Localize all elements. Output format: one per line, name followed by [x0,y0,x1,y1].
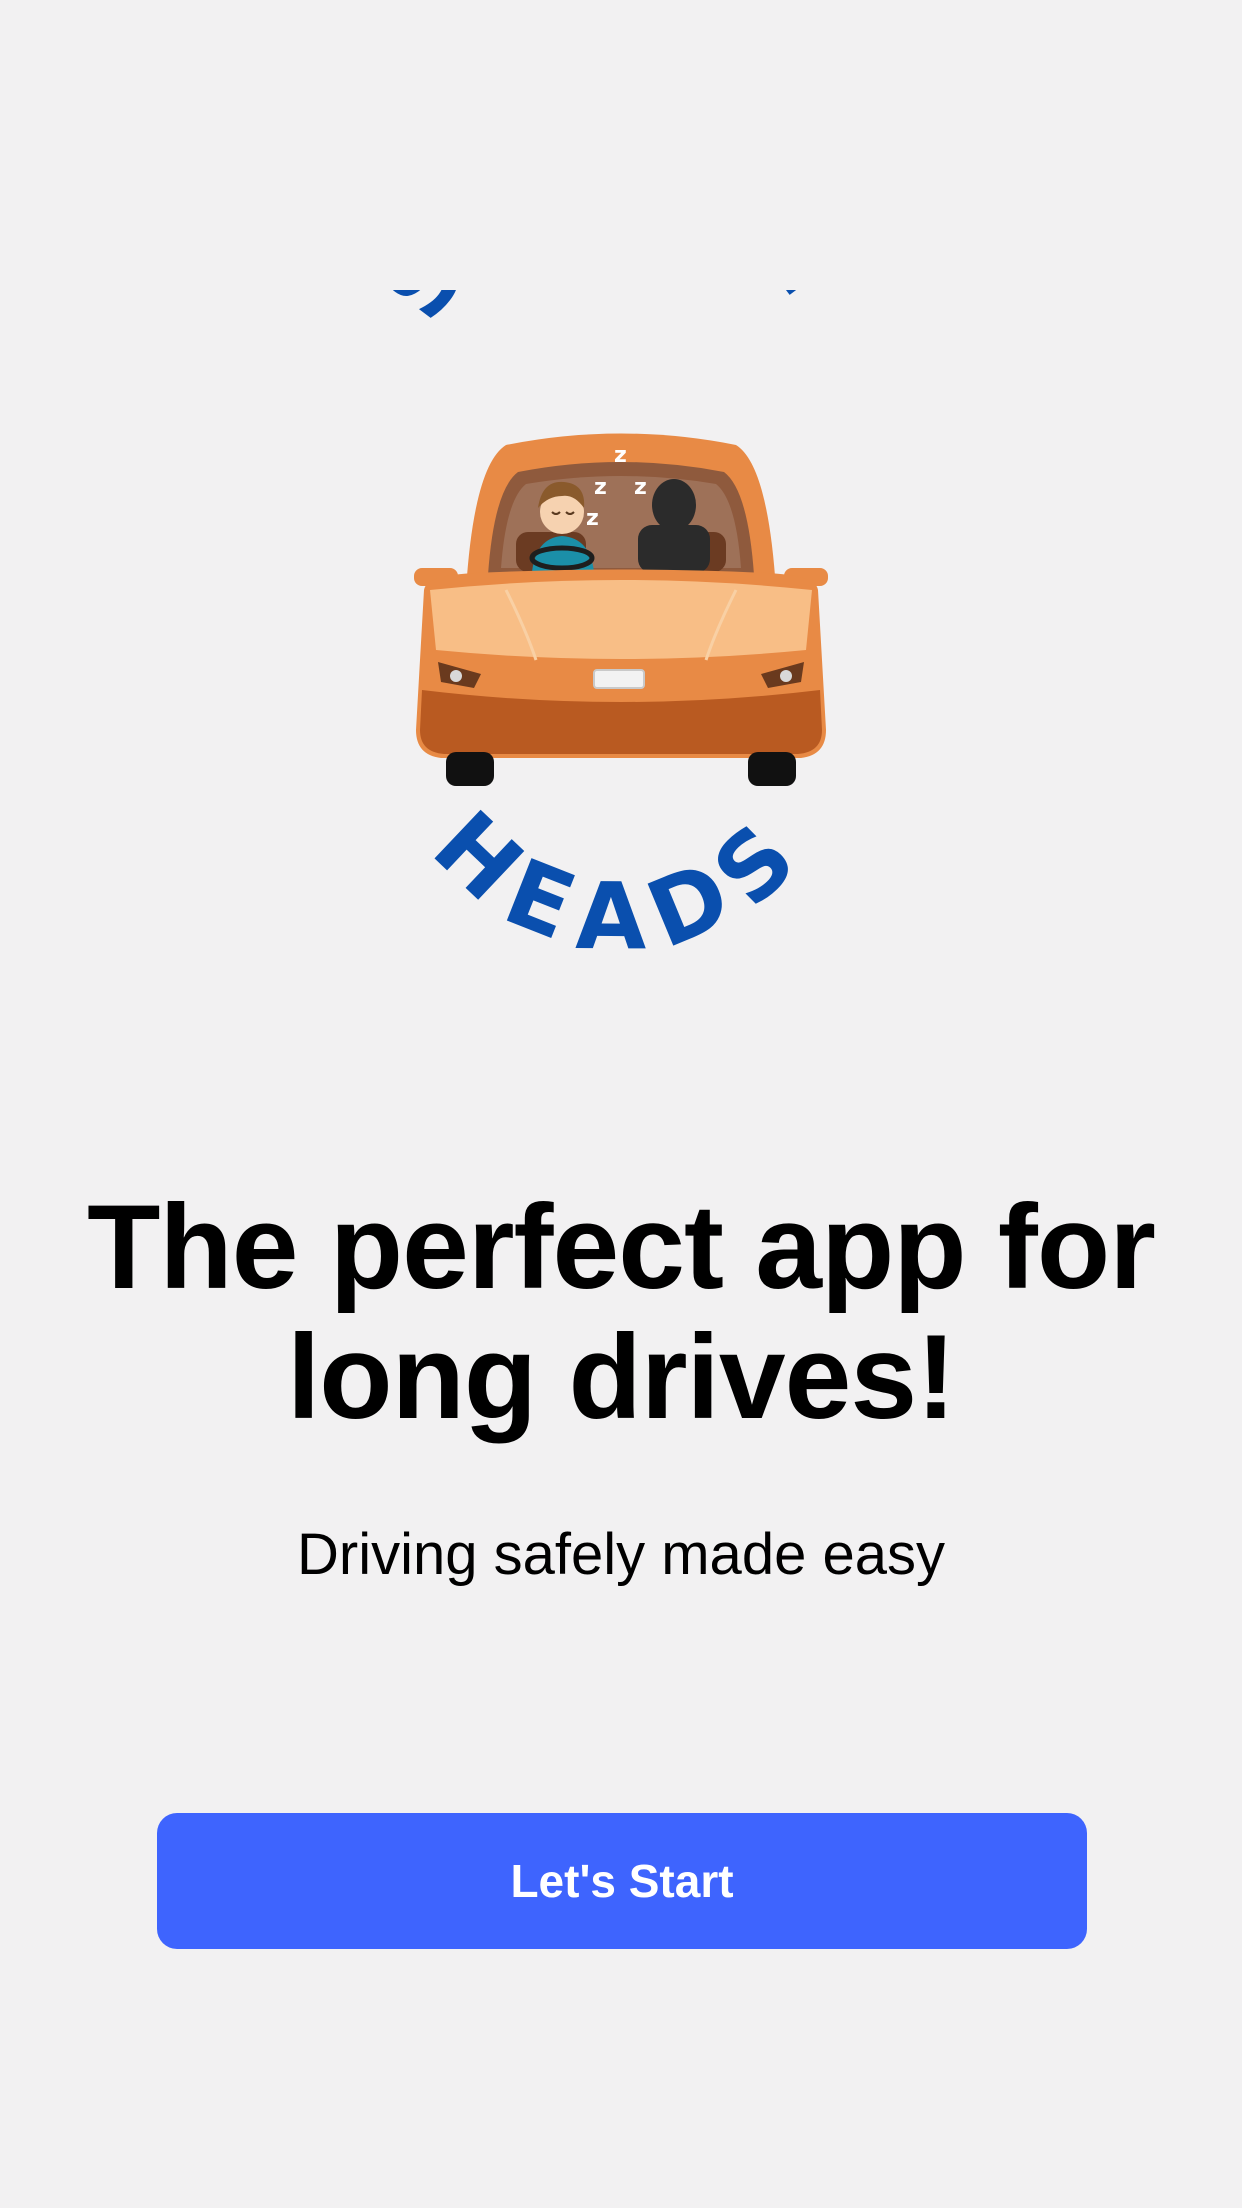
lets-start-button[interactable]: Let's Start [157,1813,1087,1949]
sleepy-heads-logo: SLEEPY z z z z [386,290,856,950]
snore-letter: z [586,506,599,531]
snore-letter: z [634,475,647,500]
page-headline: The perfect app for long drives! [0,1182,1242,1442]
logo-text-top: SLEEPY [386,290,856,339]
logo-text-bottom: HEADS [413,791,828,950]
page-subtitle: Driving safely made easy [297,1522,945,1587]
snore-letter: z [614,443,627,468]
headline-line-2: long drives! [286,1310,956,1444]
headline-line-1: The perfect app for [87,1180,1156,1314]
snore-letter: z [594,475,607,500]
sleeping-driver-car-icon: z z z z [414,433,828,786]
